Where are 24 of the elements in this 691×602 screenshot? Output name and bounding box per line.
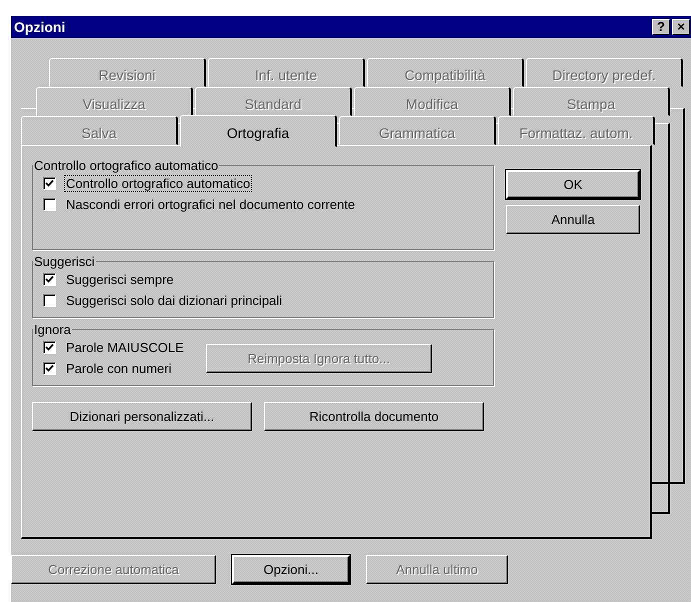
checkbox-label[interactable]: Controllo ortografico automatico — [64, 175, 252, 192]
checkbox[interactable] — [43, 341, 56, 354]
window-title: Opzioni — [14, 19, 66, 35]
group-title: Controllo ortografico automatico — [33, 158, 220, 173]
dialog-button[interactable]: OK — [506, 170, 640, 199]
dialog-button[interactable]: Annulla — [506, 205, 640, 234]
dialog-button[interactable]: Dizionari personalizzati... — [32, 402, 252, 431]
help-button[interactable]: ? — [652, 19, 670, 35]
group-title: Ignora — [33, 322, 72, 337]
checkbox-label[interactable]: Parole MAIUSCOLE — [64, 339, 186, 356]
checkbox[interactable] — [43, 198, 56, 211]
checkbox[interactable] — [43, 294, 56, 307]
close-button[interactable]: × — [672, 19, 690, 35]
checkbox-label[interactable]: Suggerisci sempre — [64, 271, 176, 288]
tab[interactable]: Ortografia — [180, 115, 337, 147]
checkbox[interactable] — [43, 273, 56, 286]
group-title: Suggerisci — [33, 254, 96, 269]
dialog-button[interactable]: Opzioni... — [232, 555, 350, 584]
checkbox-label[interactable]: Suggerisci solo dai dizionari principali — [64, 292, 284, 309]
dialog-button[interactable]: Ricontrolla documento — [264, 402, 484, 431]
checkbox-label[interactable]: Parole con numeri — [64, 360, 174, 377]
checkbox[interactable] — [43, 177, 56, 190]
checkbox-label[interactable]: Nascondi errori ortografici nel documento corrente — [64, 196, 358, 213]
checkbox[interactable] — [43, 362, 56, 375]
